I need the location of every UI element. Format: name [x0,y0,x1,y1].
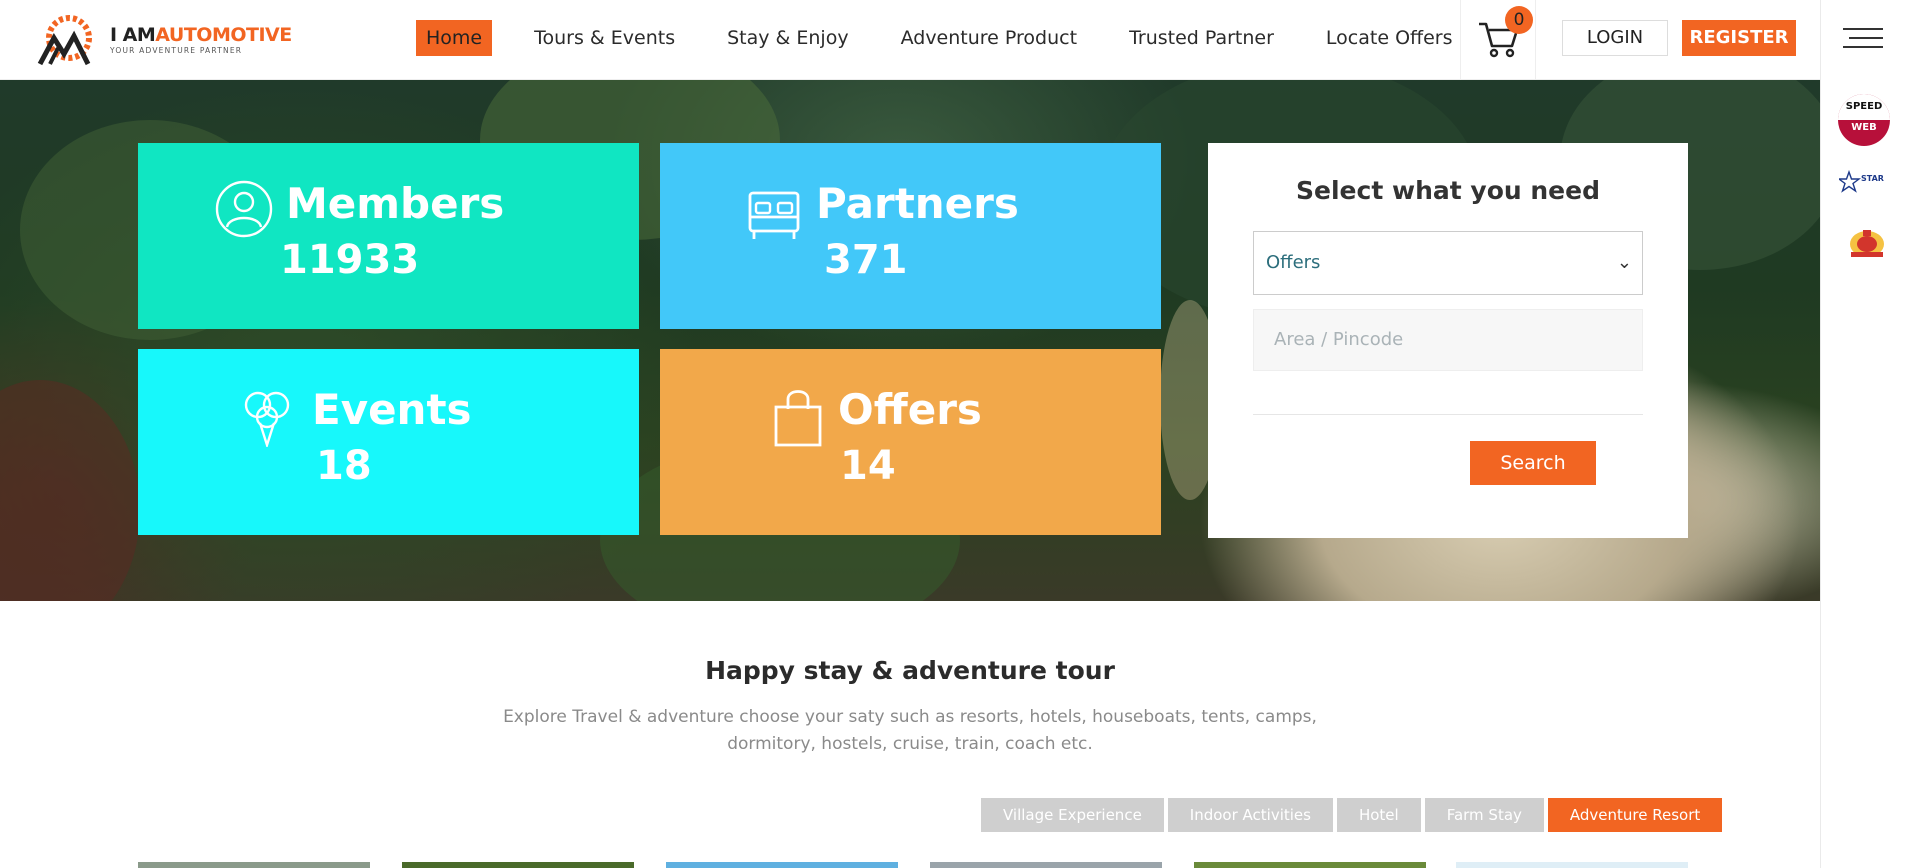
stat-members-card[interactable]: Members 11933 [138,143,639,329]
stat-partners-label: Partners [816,179,1019,228]
category-select[interactable]: Offers ⌄ [1253,231,1643,295]
filter-farm-stay[interactable]: Farm Stay [1424,798,1544,832]
nav-item-home[interactable]: Home [416,20,493,56]
stat-partners-card[interactable]: Partners 371 [660,143,1161,329]
brand-tagline: YOUR ADVENTURE PARTNER [110,46,243,55]
shopping-bag-icon [774,390,822,447]
crest-icon[interactable] [1847,226,1887,262]
listing-thumbnail[interactable] [1456,862,1688,868]
chevron-down-icon: ⌄ [1616,252,1632,273]
search-divider [1253,414,1643,415]
search-panel-title: Select what you need [1296,176,1600,205]
stat-events-value: 18 [316,443,372,489]
area-pincode-input[interactable]: Area / Pincode [1253,309,1643,371]
logo-mountain-icon [37,15,92,66]
brand-logo[interactable]: I AMAUTOMOTIVE YOUR ADVENTURE PARTNER [36,14,296,66]
stat-offers-value: 14 [840,443,896,489]
hamburger-icon[interactable] [1843,28,1883,52]
balloons-icon [244,391,290,447]
nav-item-locate-offers[interactable]: Locate Offers [1316,20,1463,56]
stat-offers-label: Offers [838,385,982,434]
star-badge-text: STAR [1861,174,1884,183]
stat-events-card[interactable]: Events 18 [138,349,639,535]
speed-web-badge-top: SPEED [1838,94,1890,120]
register-button[interactable]: REGISTER [1682,20,1796,56]
speed-web-badge[interactable]: SPEED WEB [1838,94,1890,146]
search-button[interactable]: Search [1470,441,1596,485]
section-description: Explore Travel & adventure choose your s… [503,707,1317,754]
brand-name-part1: I AM [110,24,156,46]
nav-item-trusted-partner[interactable]: Trusted Partner [1119,20,1284,56]
page: I AMAUTOMOTIVE YOUR ADVENTURE PARTNER Ho… [0,0,1916,868]
nav-item-adventure-product[interactable]: Adventure Product [891,20,1087,56]
category-filter-tabs: Village Experience Indoor Activities Hot… [981,798,1726,832]
bed-icon [748,191,800,239]
nav-item-tours-events[interactable]: Tours & Events [524,20,685,56]
site-header: I AMAUTOMOTIVE YOUR ADVENTURE PARTNER Ho… [0,0,1820,80]
filter-indoor-activities[interactable]: Indoor Activities [1167,798,1333,832]
brand-name: I AMAUTOMOTIVE [110,25,292,45]
listing-thumbnail[interactable] [402,862,634,868]
filter-village-experience[interactable]: Village Experience [981,798,1164,832]
login-button[interactable]: LOGIN [1562,20,1668,56]
nav-item-stay-enjoy[interactable]: Stay & Enjoy [717,20,859,56]
cart-count-badge: 0 [1505,6,1533,34]
search-panel: Select what you need Offers ⌄ Area / Pin… [1208,143,1688,538]
star-badge[interactable]: STAR [1836,169,1889,194]
filter-hotel[interactable]: Hotel [1336,798,1421,832]
section-title: Happy stay & adventure tour [705,656,1115,685]
stat-offers-card[interactable]: Offers 14 [660,349,1161,535]
speed-web-badge-bottom: WEB [1851,122,1877,133]
listing-thumbnail[interactable] [666,862,898,868]
right-sidebar: SPEED WEB STAR [1820,0,1916,868]
stat-partners-value: 371 [824,237,908,283]
category-select-value: Offers [1266,252,1321,273]
listing-thumbnail[interactable] [930,862,1162,868]
stat-members-value: 11933 [280,237,420,283]
brand-name-part2: AUTOMOTIVE [155,24,292,46]
cart-button[interactable]: 0 [1460,0,1536,80]
filter-adventure-resort[interactable]: Adventure Resort [1547,798,1723,832]
listing-thumbnail[interactable] [1194,862,1426,868]
listing-thumbnails [138,862,1688,868]
main-nav: Home Tours & Events Stay & Enjoy Adventu… [416,20,1495,56]
stat-members-label: Members [286,179,505,228]
stat-events-label: Events [312,385,472,434]
listing-thumbnail[interactable] [138,862,370,868]
user-icon [215,180,273,238]
